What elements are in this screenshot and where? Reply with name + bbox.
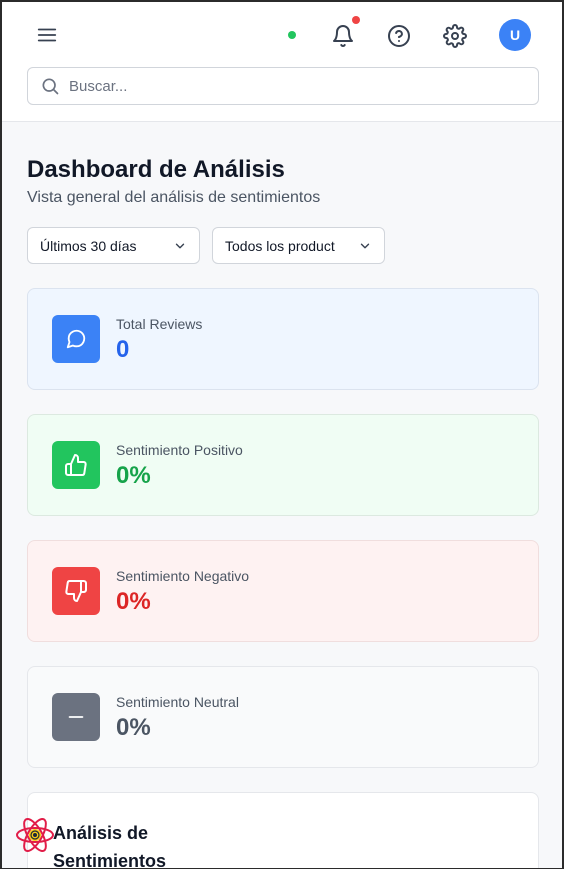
online-status-dot	[288, 31, 296, 39]
react-devtools-icon[interactable]	[14, 814, 56, 856]
date-range-value: Últimos 30 días	[40, 237, 137, 254]
menu-button[interactable]	[32, 20, 62, 50]
negative-sentiment-card: Sentimiento Negativo 0%	[27, 540, 539, 642]
help-button[interactable]	[384, 21, 414, 51]
page-title: Dashboard de Análisis	[27, 156, 285, 183]
section-title: Análisis de Sentimientos	[53, 823, 167, 868]
total-reviews-card: Total Reviews 0	[27, 288, 539, 390]
stat-label: Total Reviews	[116, 316, 203, 332]
user-avatar[interactable]: U	[499, 19, 531, 51]
minus-icon	[52, 693, 100, 741]
search-bar	[27, 67, 539, 105]
positive-sentiment-card: Sentimiento Positivo 0%	[27, 414, 539, 516]
message-circle-icon	[52, 315, 100, 363]
thumbs-down-icon	[52, 567, 100, 615]
chevron-down-icon	[175, 243, 185, 248]
stat-value: 0%	[116, 462, 151, 489]
hamburger-menu-icon	[37, 28, 57, 42]
gear-icon	[443, 24, 467, 48]
help-circle-icon	[388, 25, 410, 47]
thumbs-up-icon	[52, 441, 100, 489]
page-subtitle: Vista general del análisis de sentimient…	[27, 189, 321, 206]
notifications-button[interactable]	[328, 16, 360, 52]
search-input[interactable]	[69, 77, 509, 95]
stat-value: 0%	[116, 714, 151, 741]
product-select[interactable]: Todos los product	[212, 227, 385, 264]
date-range-select[interactable]: Últimos 30 días	[27, 227, 200, 264]
stat-label: Sentimiento Negativo	[116, 568, 250, 584]
stat-label: Sentimiento Neutral	[116, 694, 239, 710]
sentiment-analysis-card: Análisis de Sentimientos	[27, 792, 539, 868]
settings-button[interactable]	[440, 21, 470, 51]
stat-value: 0	[116, 336, 130, 363]
stat-value: 0%	[116, 588, 151, 615]
product-value: Todos los product	[225, 237, 335, 254]
stat-label: Sentimiento Positivo	[116, 442, 243, 458]
top-header: U	[2, 2, 562, 122]
search-icon	[40, 76, 60, 96]
app-frame: U Dashboard de Análisis Vista general de…	[2, 2, 562, 868]
neutral-sentiment-card: Sentimiento Neutral 0%	[27, 666, 539, 768]
notification-badge	[352, 16, 360, 24]
chevron-down-icon	[360, 243, 370, 248]
bell-icon	[333, 25, 353, 47]
